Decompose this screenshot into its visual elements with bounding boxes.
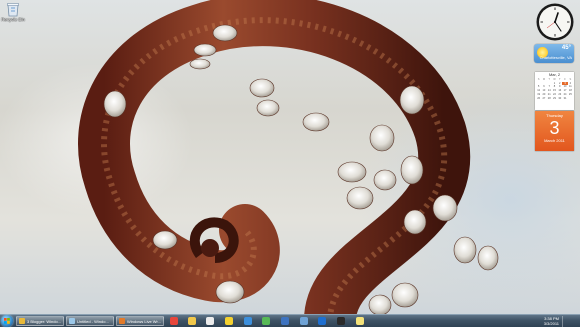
recycle-bin-icon [6,1,20,17]
taskbar-button-label: Untitled - Windo... [77,318,109,324]
wallpaper-fern-image [78,0,499,314]
taskbar-button-paint[interactable]: Untitled - Windo... [66,316,114,326]
show-desktop-button[interactable] [562,316,569,328]
start-button[interactable] [1,315,13,327]
calendar-day-gadget[interactable]: Thursday 3 March 2011 [535,111,574,151]
taskbar-button-label: Windows Live Wr... [127,318,161,324]
folder-icon[interactable] [188,317,196,325]
desktop-icon-recycle-bin[interactable]: Recycle Bin [1,1,25,22]
terminal-icon[interactable] [337,317,345,325]
tray-date: 3/3/2011 [543,321,559,326]
window-app-icon[interactable] [318,317,326,325]
taskbar-button-live-writer[interactable]: Windows Live Wr... [116,316,164,326]
weather-temperature: 45° [561,45,571,51]
calendar-month-gadget[interactable]: Mar, 2 S M T W T F S 1 2 3 4 5 6 7 8 9 10 11 12 13 14 15 16 17 1… [535,72,574,110]
windows-logo-icon [4,318,10,324]
clock-gadget[interactable] [535,2,575,42]
taskbar-button-blogger[interactable]: 3 Blogger: Windo... [16,316,64,326]
calendar-month-year: March 2011 [544,138,565,143]
desktop: Recycle Bin 45° Charlottesville, VA Mar,… [0,0,580,314]
messenger-icon[interactable] [262,317,270,325]
calculator-icon[interactable] [281,317,289,325]
weather-gadget[interactable]: 45° Charlottesville, VA [534,44,574,63]
calendar-day-number: 3 [549,118,560,138]
desktop-icon-label: Recycle Bin [1,17,25,22]
ie-icon[interactable] [244,317,252,325]
media-player-icon[interactable] [206,317,214,325]
system-tray: 3:38 PM 3/3/2011 [525,316,569,328]
analog-clock-icon [536,3,574,41]
tray-clock[interactable]: 3:38 PM 3/3/2011 [544,316,559,326]
writer-icon [119,318,125,324]
network-icon[interactable] [300,317,308,325]
calendar-day-cell [568,97,573,101]
chrome-pinned-icon[interactable] [170,317,178,325]
weather-city: Charlottesville, VA [539,55,572,60]
taskbar: 3 Blogger: Windo... Untitled - Windo... … [0,314,580,328]
mail-icon[interactable] [225,317,233,325]
calendar-weekday: Thursday [546,113,563,118]
paint-icon [69,318,75,324]
notes-icon[interactable] [356,317,364,325]
calendar-grid: S M T W T F S 1 2 3 4 5 6 7 8 9 10 11 12 13 14 15 16 17 18 19 20 21… [535,78,574,100]
taskbar-button-label: 3 Blogger: Windo... [27,318,62,324]
chrome-icon [19,318,25,324]
